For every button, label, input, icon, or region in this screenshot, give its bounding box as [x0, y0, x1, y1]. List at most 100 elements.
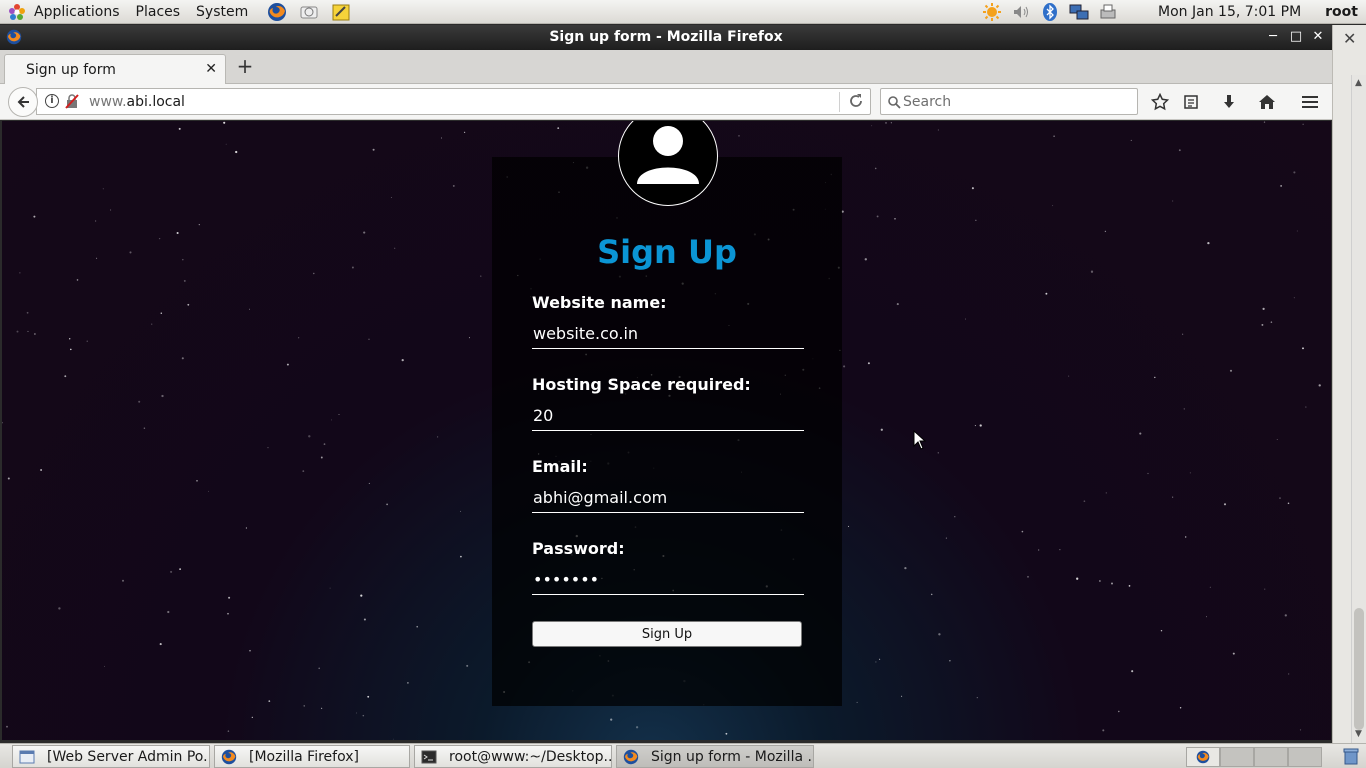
home-icon[interactable] — [1257, 92, 1277, 112]
weather-sun-icon[interactable] — [981, 1, 1003, 23]
star — [452, 184, 455, 187]
star — [249, 649, 251, 652]
star — [880, 428, 883, 431]
new-tab-button[interactable]: + — [234, 55, 256, 77]
applications-logo-icon[interactable] — [8, 3, 26, 21]
star — [979, 424, 982, 427]
scrollbar-thumb[interactable] — [1354, 608, 1364, 730]
reload-icon[interactable] — [848, 93, 864, 113]
star — [160, 312, 163, 315]
search-input[interactable] — [903, 92, 1123, 112]
star — [386, 503, 388, 506]
window-title-bar[interactable]: Sign up form - Mozilla Firefox ─ □ ✕ — [0, 25, 1332, 50]
insecure-lock-icon[interactable] — [65, 94, 79, 113]
info-icon[interactable]: i — [45, 94, 59, 108]
workspace-4[interactable] — [1288, 747, 1322, 767]
close-window-button[interactable]: ✕ — [1309, 28, 1327, 46]
volume-icon[interactable] — [1010, 1, 1032, 23]
star — [151, 323, 153, 325]
star — [69, 338, 71, 340]
hosting-space-input[interactable] — [532, 401, 804, 431]
star — [416, 625, 418, 628]
bluetooth-icon[interactable] — [1039, 1, 1061, 23]
email-input[interactable] — [532, 483, 804, 513]
maximize-button[interactable]: □ — [1287, 28, 1305, 46]
star — [1206, 616, 1207, 618]
star — [351, 266, 354, 269]
website-name-input[interactable] — [532, 319, 804, 349]
mail-launcher-icon[interactable] — [298, 1, 320, 23]
star — [1128, 585, 1131, 587]
star — [937, 452, 939, 454]
star — [329, 587, 331, 589]
star — [1302, 123, 1304, 125]
menu-places[interactable]: Places — [128, 0, 189, 24]
back-button[interactable] — [8, 87, 38, 117]
network-icon[interactable] — [1068, 1, 1090, 23]
menu-system[interactable]: System — [188, 0, 256, 24]
star — [1099, 580, 1101, 582]
vertical-scrollbar[interactable]: ▲ ▼ — [1351, 75, 1366, 743]
star — [1027, 575, 1029, 578]
tab-sign-up-form[interactable]: Sign up form ✕ — [4, 54, 226, 85]
star — [1263, 121, 1266, 123]
scroll-down-arrow-icon[interactable]: ▼ — [1355, 729, 1362, 739]
search-box[interactable] — [880, 88, 1138, 115]
url-divider — [839, 92, 840, 112]
close-icon[interactable]: ✕ — [1343, 29, 1356, 48]
notes-launcher-icon[interactable] — [330, 1, 352, 23]
star — [738, 135, 740, 137]
star — [70, 348, 72, 351]
firefox-launcher-icon[interactable] — [266, 1, 288, 23]
star — [267, 446, 269, 449]
star — [1223, 503, 1227, 506]
firefox-icon — [623, 749, 639, 765]
bookmark-star-icon[interactable] — [1150, 92, 1170, 112]
star — [308, 435, 311, 438]
star — [896, 303, 899, 306]
url-bar[interactable]: i www.abi.local — [36, 88, 871, 115]
star — [208, 490, 209, 492]
downloads-icon[interactable] — [1219, 92, 1239, 112]
bottom-taskbar: [Web Server Admin Po... [Mozilla Firefox… — [0, 743, 1366, 768]
star — [1172, 200, 1174, 202]
printer-icon[interactable] — [1097, 1, 1119, 23]
menu-applications[interactable]: Applications — [26, 0, 128, 24]
task-sign-up-form[interactable]: Sign up form - Mozilla ... — [616, 745, 814, 768]
tab-close-icon[interactable]: ✕ — [205, 61, 217, 77]
minimize-button[interactable]: ─ — [1264, 28, 1282, 46]
workspace-1[interactable] — [1186, 747, 1220, 767]
star — [1318, 384, 1321, 387]
task-label: Sign up form - Mozilla ... — [651, 748, 814, 765]
star — [1280, 185, 1282, 187]
reading-list-icon[interactable] — [1181, 92, 1201, 112]
star — [1104, 230, 1107, 233]
task-mozilla-firefox[interactable]: [Mozilla Firefox] — [214, 745, 410, 768]
star — [1090, 270, 1094, 273]
user-name[interactable]: root — [1325, 4, 1358, 20]
star — [182, 258, 184, 261]
clock[interactable]: Mon Jan 15, 7:01 PM — [1158, 4, 1301, 20]
star — [227, 730, 230, 732]
signup-button[interactable]: Sign Up — [532, 621, 802, 647]
star — [159, 643, 162, 646]
workspace-3[interactable] — [1254, 747, 1288, 767]
star — [867, 362, 870, 365]
star — [1059, 549, 1061, 551]
url-prefix: www. — [89, 94, 127, 110]
task-web-server-admin[interactable]: [Web Server Admin Po... — [12, 745, 210, 768]
star — [1105, 492, 1107, 494]
workspace-switcher[interactable] — [1186, 747, 1322, 767]
url-text[interactable]: www.abi.local — [89, 94, 185, 110]
task-terminal[interactable]: root@www:~/Desktop... — [414, 745, 612, 768]
search-icon — [887, 94, 901, 113]
star — [76, 279, 79, 281]
password-input[interactable] — [532, 565, 804, 595]
scroll-up-arrow-icon[interactable]: ▲ — [1355, 78, 1362, 88]
workspace-2[interactable] — [1220, 747, 1254, 767]
star — [170, 570, 173, 573]
star — [16, 330, 19, 333]
trash-icon[interactable] — [1342, 747, 1360, 768]
star — [460, 555, 462, 558]
hamburger-menu-icon[interactable] — [1300, 92, 1320, 112]
